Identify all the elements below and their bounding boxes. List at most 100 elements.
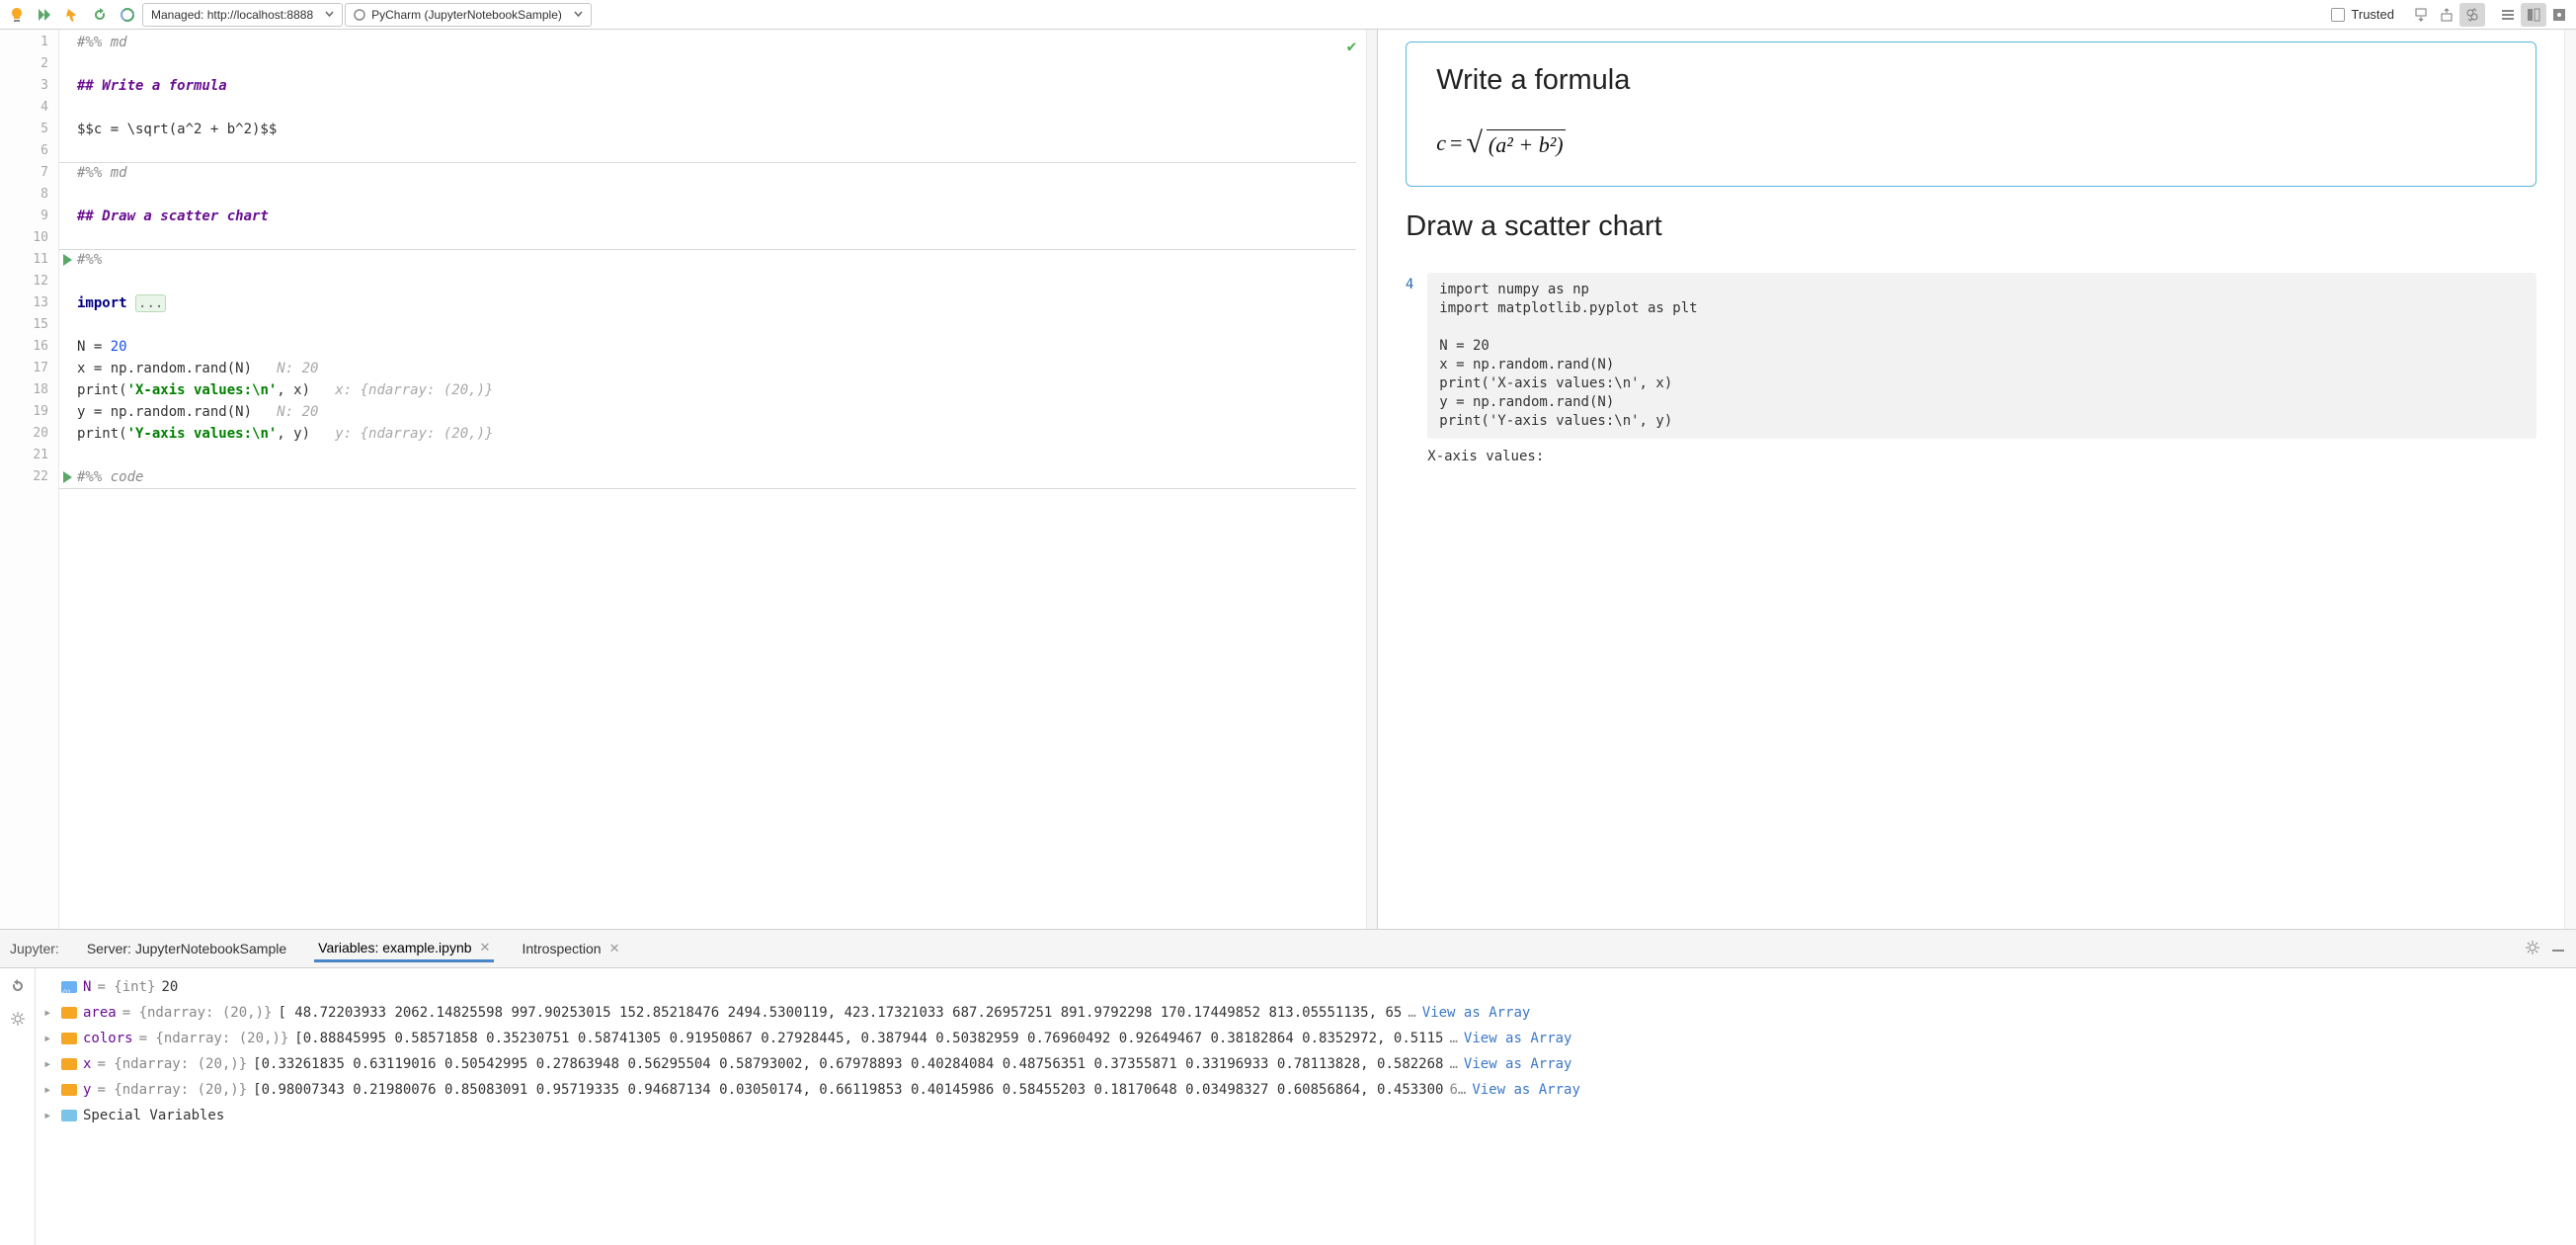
view-as-array-link[interactable]: View as Array [1464,1051,1572,1077]
variable-row[interactable]: ▸ y = {ndarray: (20,)} [0.98007343 0.219… [41,1077,2576,1103]
tab-variables[interactable]: Variables: example.ipynb✕ [314,936,494,962]
close-icon[interactable]: ✕ [480,940,491,955]
gear-icon[interactable] [2525,940,2540,958]
variable-name: area [83,1000,117,1026]
view-as-array-link[interactable]: View as Array [1464,1026,1572,1051]
cell-above-icon[interactable] [2434,3,2459,27]
expand-icon[interactable]: ▸ [43,1000,55,1026]
inline-hint: N: 20 [252,361,318,376]
jupyter-logo-icon[interactable] [115,3,140,27]
variable-row[interactable]: N = {int} 20 [41,974,2576,1000]
inline-hint: x: {ndarray: (20,)} [310,382,493,398]
code-text: import [77,295,127,311]
code-text: print( [77,426,127,442]
variable-row[interactable]: ▸ area = {ndarray: (20,)} [ 48.72203933 … [41,1000,2576,1026]
chevron-down-icon [325,10,334,19]
view-as-array-link[interactable]: View as Array [1422,1000,1531,1026]
ndarray-icon [61,1007,77,1019]
code-editor[interactable]: ✔ #%% md ## Write a formula $$c = \sqrt(… [59,30,1366,929]
editor-scrollbar[interactable] [1366,30,1377,929]
tab-introspection[interactable]: Introspection✕ [518,937,623,960]
kernel-status-icon [354,9,365,21]
ndarray-icon [61,1033,77,1044]
kernel-selector-label: PyCharm (JupyterNotebookSample) [371,8,562,22]
line-number: 16 [0,336,58,358]
variables-tree[interactable]: N = {int} 20 ▸ area = {ndarray: (20,)} [… [36,968,2576,1245]
line-number: 4 [0,97,58,119]
preview-code-cell[interactable]: 4 import numpy as np import matplotlib.p… [1386,273,2536,439]
notebook-toolbar: Managed: http://localhost:8888 PyCharm (… [0,0,2576,30]
special-vars-icon [61,1110,77,1121]
refresh-icon[interactable] [10,978,26,997]
code-text: #%% md [77,165,127,181]
trusted-toggle[interactable]: Trusted [2331,7,2394,22]
line-number: 10 [0,227,58,249]
variable-name: colors [83,1026,133,1051]
expand-icon[interactable]: ▸ [43,1051,55,1077]
gear-icon[interactable] [10,1011,26,1030]
server-selector-label: Managed: http://localhost:8888 [151,8,313,22]
line-number: 2 [0,53,58,75]
inline-hint: N: 20 [252,404,318,420]
variables-sidebar [0,968,36,1245]
tool-window-tabs: Jupyter: Server: JupyterNotebookSample V… [0,929,2576,968]
code-text: 20 [111,339,127,355]
preview-only-icon[interactable] [2546,3,2572,27]
line-number: 20 [0,423,58,445]
code-text: N = [77,339,111,355]
preview-scrollbar[interactable] [2564,30,2576,929]
line-number: 8 [0,184,58,206]
expand-icon[interactable]: ▸ [43,1026,55,1051]
variable-row[interactable]: ▸ x = {ndarray: (20,)} [0.33261835 0.631… [41,1051,2576,1077]
interrupt-icon[interactable] [59,3,85,27]
minimize-icon[interactable] [2550,940,2566,958]
variable-row[interactable]: ▸ colors = {ndarray: (20,)} [0.88845995 … [41,1026,2576,1051]
code-text: print( [77,382,127,398]
variable-name: N [83,974,91,1000]
code-text: , x) [277,382,310,398]
line-number: 6 [0,140,58,162]
restart-kernel-icon[interactable] [87,3,113,27]
preview-formula: c = √(a² + b²) [1436,126,2506,160]
server-selector[interactable]: Managed: http://localhost:8888 [142,3,343,27]
variable-value: 20 [161,974,178,1000]
preview-cell-scatter[interactable]: Draw a scatter chart [1406,210,2536,243]
line-number: 13 [0,292,58,314]
code-text: #%% [77,252,102,268]
editor-preview-split-icon[interactable] [2521,3,2546,27]
code-text: #%% md [77,35,127,50]
run-all-icon[interactable] [32,3,57,27]
line-number: 7 [0,162,58,184]
variable-name: Special Variables [83,1103,224,1128]
line-gutter: 1 2 3 4 5 6 7 8 9 10 11 12 13 15 16 17 1… [0,30,59,929]
expand-icon[interactable]: ▸ [43,1077,55,1103]
editor-pane[interactable]: 1 2 3 4 5 6 7 8 9 10 11 12 13 15 16 17 1… [0,30,1378,929]
execution-count: 4 [1386,273,1413,439]
tab-server[interactable]: Server: JupyterNotebookSample [83,937,290,960]
int-icon [61,981,77,993]
cell-below-icon[interactable] [2408,3,2434,27]
preview-heading: Draw a scatter chart [1406,210,2536,243]
expand-icon[interactable]: ▸ [43,1103,55,1128]
intention-bulb-icon[interactable] [4,3,30,27]
variable-row[interactable]: ▸ Special Variables [41,1103,2576,1128]
code-fold[interactable]: ... [135,294,166,312]
editor-only-icon[interactable] [2495,3,2521,27]
variables-panel: N = {int} 20 ▸ area = {ndarray: (20,)} [… [0,968,2576,1245]
kernel-selector[interactable]: PyCharm (JupyterNotebookSample) [345,3,592,27]
line-number[interactable]: 22 [0,466,58,488]
ndarray-icon [61,1058,77,1070]
sync-scroll-icon[interactable] [2459,3,2485,27]
preview-heading: Write a formula [1436,64,2506,97]
code-text: 'Y-axis values:\n' [127,426,278,442]
close-icon[interactable]: ✕ [609,941,620,956]
view-as-array-link[interactable]: View as Array [1472,1077,1580,1103]
line-number[interactable]: 11 [0,249,58,271]
preview-cell-formula[interactable]: Write a formula c = √(a² + b²) [1406,42,2536,187]
preview-pane[interactable]: Write a formula c = √(a² + b²) Draw a sc… [1378,30,2576,929]
line-number: 15 [0,314,58,336]
trusted-label: Trusted [2351,7,2394,22]
checkbox-icon [2331,8,2345,22]
code-text: ## Draw a scatter chart [77,208,269,224]
chevron-down-icon [574,10,583,19]
